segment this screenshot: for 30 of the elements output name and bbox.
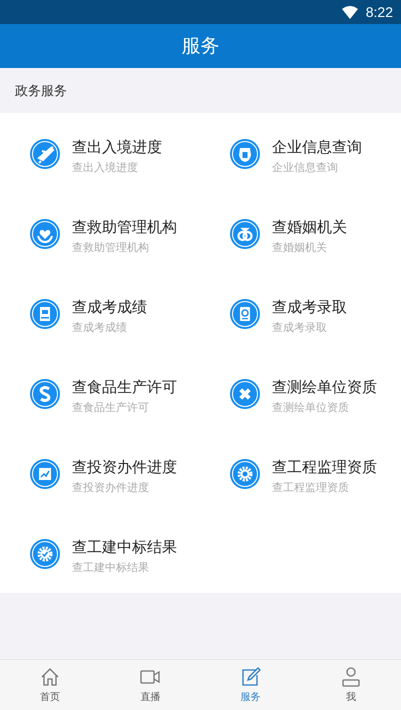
gear-icon (230, 459, 260, 489)
service-item[interactable]: 查投资办件进度 查投资办件进度 (0, 433, 200, 513)
tab[interactable]: 我 (300, 660, 401, 710)
tab[interactable]: 直播 (100, 660, 200, 710)
chart-icon (30, 459, 60, 489)
edit-icon (240, 666, 262, 688)
service-item[interactable]: 查工建中标结果 查工建中标结果 (0, 513, 200, 593)
rings-icon (230, 219, 260, 249)
service-item[interactable]: 查出入境进度 查出入境进度 (0, 113, 200, 193)
letter-s-icon (30, 379, 60, 409)
service-item[interactable]: 查成考录取 查成考录取 (200, 273, 401, 353)
service-item[interactable]: 查救助管理机构 查救助管理机构 (0, 193, 200, 273)
status-time: 8:22 (366, 4, 393, 20)
wifi-icon (342, 6, 358, 18)
certificate-icon (230, 299, 260, 329)
section-title: 政务服务 (15, 82, 67, 100)
shield-icon (230, 139, 260, 169)
user-icon (340, 666, 362, 688)
tab[interactable]: 服务 (200, 660, 301, 710)
page-title: 服务 (182, 34, 220, 59)
service-item[interactable]: 查测绘单位资质 查测绘单位资质 (200, 353, 401, 433)
service-item[interactable]: 查成考成绩 查成考成绩 (0, 273, 200, 353)
service-item[interactable]: 查工程监理资质 查工程监理资质 (200, 433, 401, 513)
tab[interactable]: 首页 (0, 660, 100, 710)
gear-check-icon (30, 539, 60, 569)
service-item[interactable]: 查婚姻机关 查婚姻机关 (200, 193, 401, 273)
service-item[interactable]: 查食品生产许可 查食品生产许可 (0, 353, 200, 433)
service-item[interactable]: 企业信息查询 企业信息查询 (200, 113, 401, 193)
document-icon (30, 299, 60, 329)
heart-hands-icon (30, 219, 60, 249)
